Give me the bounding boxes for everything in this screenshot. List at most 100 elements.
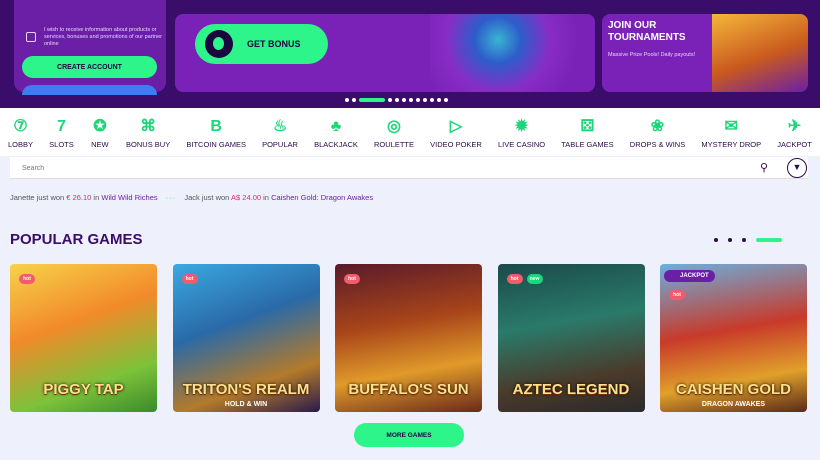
category-drops-wins[interactable]: ❀ DROPS & WINS xyxy=(630,108,685,156)
pagination-dot[interactable] xyxy=(742,238,746,242)
category-mystery-drop[interactable]: ✉ MYSTERY DROP xyxy=(701,108,761,156)
carousel-dot-active[interactable] xyxy=(359,98,385,102)
category-bitcoin[interactable]: B BITCOIN GAMES xyxy=(186,108,246,156)
category-label: NEW xyxy=(91,140,109,149)
category-label: TABLE GAMES xyxy=(561,140,614,149)
ticker-player: Janette just won xyxy=(10,193,65,202)
carousel-dot[interactable] xyxy=(345,98,349,102)
game-title: TRITON'S REALM xyxy=(182,381,310,398)
ticker-amount: A$ 24.00 xyxy=(231,193,262,202)
dice-icon: ⚄ xyxy=(580,118,595,135)
category-label: SLOTS xyxy=(49,140,74,149)
carousel-dot[interactable] xyxy=(437,98,441,102)
game-card[interactable]: JACKPOT hot CAISHEN GOLD DRAGON AWAKES xyxy=(660,264,807,412)
game-title: AZTEC LEGEND xyxy=(512,381,630,398)
create-account-button[interactable]: CREATE ACCOUNT xyxy=(22,56,157,78)
carousel-dot[interactable] xyxy=(430,98,434,102)
registration-panel: I wish to receive information about prod… xyxy=(14,0,166,95)
category-club[interactable]: ♣ BLACKJACK xyxy=(314,108,358,156)
category-label: JACKPOT xyxy=(777,140,812,149)
category-live-casino[interactable]: ✹ LIVE CASINO xyxy=(498,108,545,156)
club-icon: ♣ xyxy=(330,118,342,135)
category-fire[interactable]: ♨ POPULAR xyxy=(262,108,298,156)
opt-in-checkbox[interactable] xyxy=(26,32,36,42)
carousel-dots xyxy=(345,97,448,103)
login-button[interactable] xyxy=(22,85,157,95)
pagination-dot[interactable] xyxy=(714,238,718,242)
hot-badge: hot xyxy=(181,274,198,284)
category-label: BLACKJACK xyxy=(314,140,358,149)
search-icon[interactable]: ⚲ xyxy=(760,161,774,175)
carousel-dot[interactable] xyxy=(416,98,420,102)
carousel-dot[interactable] xyxy=(388,98,392,102)
hero-banner[interactable]: GET BONUS xyxy=(175,14,595,92)
category-label: BONUS BUY xyxy=(126,140,171,149)
filter-icon: ▼ xyxy=(792,162,802,172)
opt-in-text: I wish to receive information about prod… xyxy=(44,27,163,47)
slots-icon: 7 xyxy=(57,118,66,135)
more-games-button[interactable]: MORE GAMES xyxy=(354,423,464,447)
ticker-separator: ··· xyxy=(165,193,177,202)
ticker-player: Jack just won xyxy=(184,193,230,202)
category-label: VIDEO POKER xyxy=(430,140,482,149)
category-new[interactable]: ✪ NEW xyxy=(90,108,110,156)
category-roulette[interactable]: ◎ ROULETTE xyxy=(374,108,414,156)
pagination-dot-active[interactable] xyxy=(756,238,782,242)
search-input[interactable] xyxy=(22,161,722,175)
games-row: hot PIGGY TAP hot TRITON'S REALM HOLD & WIN h… xyxy=(10,264,810,412)
carousel-dot[interactable] xyxy=(444,98,448,102)
jackpot-icon: ✈ xyxy=(787,118,802,135)
category-slots[interactable]: 7 SLOTS xyxy=(49,108,74,156)
tournament-artwork xyxy=(712,14,808,92)
tournament-title: JOIN OUR TOURNAMENTS xyxy=(608,20,686,43)
game-card[interactable]: hot TRITON'S REALM HOLD & WIN xyxy=(172,264,320,412)
tournament-banner[interactable]: JOIN OUR TOURNAMENTS Massive Prize Pools… xyxy=(602,14,808,92)
hot-badge: hot xyxy=(344,274,360,284)
game-title: CAISHEN GOLD xyxy=(675,381,791,398)
ticker-prep: in xyxy=(93,193,100,202)
carousel-dot[interactable] xyxy=(395,98,399,102)
category-label: LOBBY xyxy=(8,140,34,149)
game-title: BUFFALO'S SUN xyxy=(348,381,469,398)
drops-wins-icon: ❀ xyxy=(650,118,665,135)
games-pagination xyxy=(714,238,782,242)
hot-badge: hot xyxy=(506,274,523,284)
search-bar: ⚲ xyxy=(10,157,808,179)
bonus-icon xyxy=(205,30,233,58)
roulette-icon: ◎ xyxy=(387,118,401,135)
pagination-dot[interactable] xyxy=(728,238,732,242)
ticker-amount: € 26.10 xyxy=(66,193,92,202)
new-badge: new xyxy=(526,274,543,284)
ticker-game-link[interactable]: Caishen Gold: Dragon Awakes xyxy=(271,193,373,202)
fire-icon: ♨ xyxy=(272,118,288,135)
carousel-dot[interactable] xyxy=(423,98,427,102)
tournament-subtitle: Massive Prize Pools! Daily payouts! xyxy=(608,52,696,58)
category-lobby[interactable]: ⑦ LOBBY xyxy=(8,108,33,156)
jackpot-badge: JACKPOT xyxy=(664,270,715,282)
category-bonus-buy[interactable]: ⌘ BONUS BUY xyxy=(126,108,170,156)
carousel-dot[interactable] xyxy=(352,98,356,102)
bitcoin-icon: B xyxy=(210,118,222,135)
lobby-icon: ⑦ xyxy=(13,118,28,135)
category-nav: ⑦ LOBBY 7 SLOTS ✪ NEW ⌘ BONUS BUY B BITCOIN GAMES… xyxy=(0,108,820,156)
category-label: LIVE CASINO xyxy=(498,140,546,149)
category-play[interactable]: ▷ VIDEO POKER xyxy=(430,108,482,156)
game-card[interactable]: hot PIGGY TAP xyxy=(10,264,157,412)
bonus-buy-icon: ⌘ xyxy=(140,118,157,135)
filter-button[interactable]: ▼ xyxy=(787,158,807,178)
ticker-prep: in xyxy=(263,193,269,202)
carousel-dot[interactable] xyxy=(402,98,406,102)
section-title: POPULAR GAMES xyxy=(10,231,143,248)
live-casino-icon: ✹ xyxy=(514,118,529,135)
top-banner: I wish to receive information about prod… xyxy=(0,0,820,108)
winners-ticker: Janette just won € 26.10 in Wild Wild Ri… xyxy=(10,193,373,202)
game-card[interactable]: hot new AZTEC LEGEND xyxy=(497,264,645,412)
carousel-dot[interactable] xyxy=(409,98,413,102)
game-title: PIGGY TAP xyxy=(43,381,124,398)
category-dice[interactable]: ⚄ TABLE GAMES xyxy=(561,108,613,156)
hot-badge: hot xyxy=(19,274,35,284)
category-jackpot[interactable]: ✈ JACKPOT xyxy=(777,108,812,156)
play-icon: ▷ xyxy=(449,118,463,135)
game-card[interactable]: hot BUFFALO'S SUN xyxy=(335,264,482,412)
ticker-game-link[interactable]: Wild Wild Riches xyxy=(101,193,157,202)
